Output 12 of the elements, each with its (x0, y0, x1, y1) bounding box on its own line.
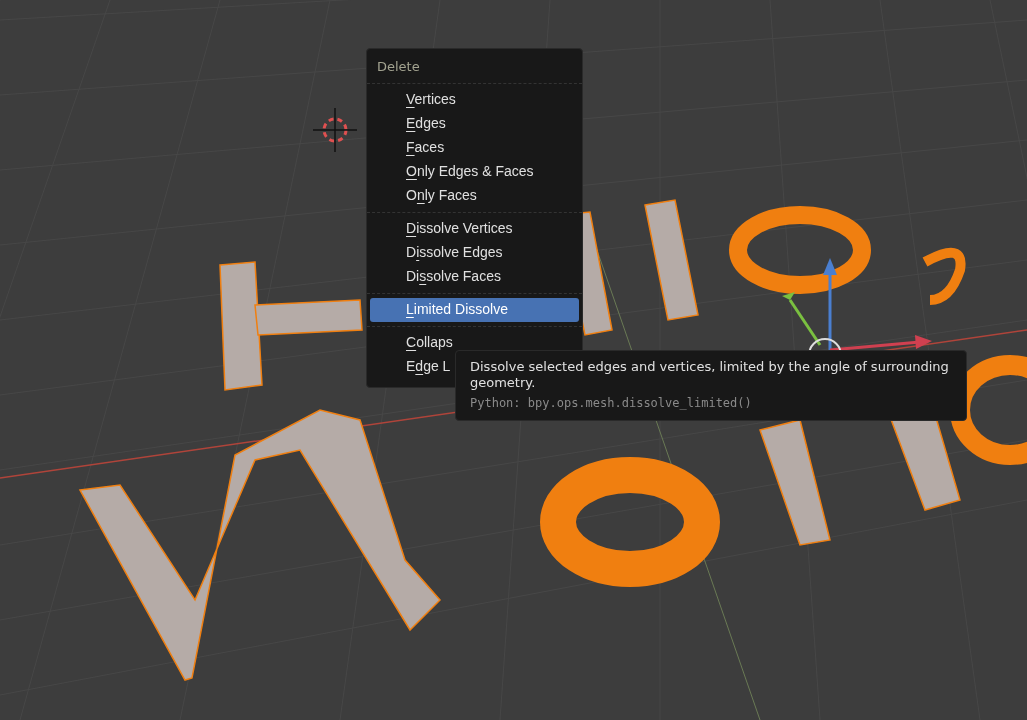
menu-item[interactable]: Only Edges & Faces (370, 159, 579, 184)
tooltip-description: Dissolve selected edges and vertices, limited by the angle of surrounding geometry. (470, 359, 950, 391)
menu-title: Delete (376, 58, 421, 76)
menu-item[interactable]: Edges (370, 111, 579, 136)
tooltip-python: Python: bpy.ops.mesh.dissolve_limited() (470, 395, 753, 412)
menu-item[interactable]: Dissolve Faces (370, 264, 579, 289)
menu-item[interactable]: Faces (370, 135, 579, 160)
menu-item[interactable]: Dissolve Edges (370, 240, 579, 265)
menu-item[interactable]: Only Faces (370, 183, 579, 208)
menu-item[interactable]: Dissolve Vertices (370, 216, 579, 241)
menu-item[interactable]: Limited Dissolve (370, 297, 579, 322)
menu-item[interactable]: Vertices (370, 87, 579, 112)
